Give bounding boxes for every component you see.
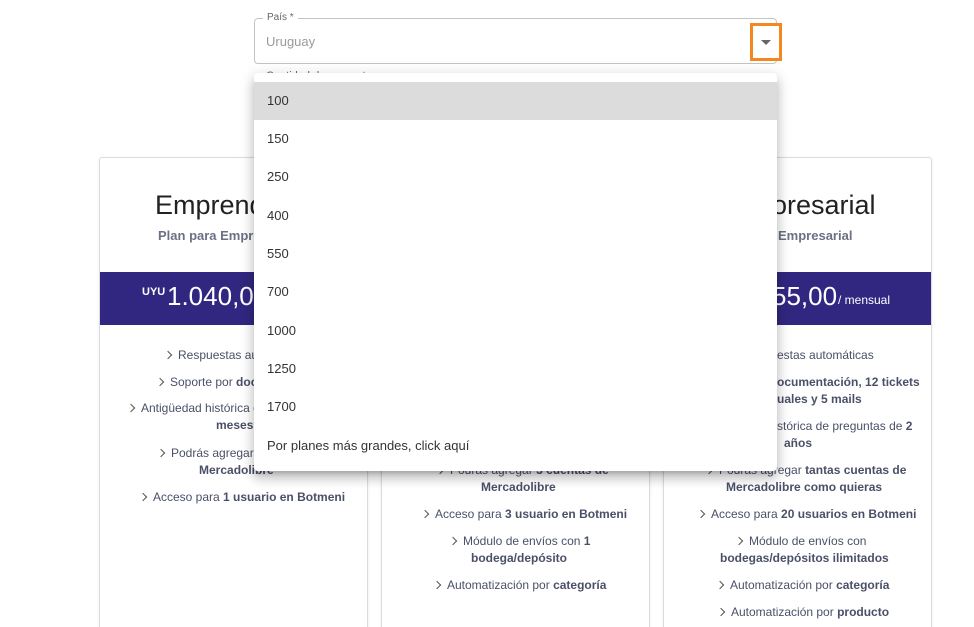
- price-amount: 55,00: [772, 281, 838, 311]
- feature-bold: uales y 5 mails: [777, 392, 862, 406]
- feature-item: bodegas/depósitos ilimitados: [720, 550, 889, 567]
- country-select[interactable]: País * Uruguay: [254, 12, 782, 64]
- menu-option-1250[interactable]: 1250: [254, 350, 777, 388]
- feature-bold: 1 usuario en Botmeni: [223, 490, 346, 504]
- chevron-right-icon: [696, 509, 706, 519]
- feature-text: Respuestas au: [178, 348, 259, 362]
- feature-item: Automatización por categoría: [715, 577, 890, 594]
- menu-option-1000[interactable]: 1000: [254, 312, 777, 350]
- menu-option-150[interactable]: 150: [254, 120, 777, 158]
- feature-item: uales y 5 mails: [777, 391, 862, 408]
- feature-item: Automatización por categoría: [432, 577, 607, 594]
- feature-item: Acceso para 1 usuario en Botmeni: [138, 489, 346, 506]
- menu-option-100[interactable]: 100: [254, 82, 777, 120]
- plan-subtitle: Empresarial: [778, 228, 853, 243]
- menu-option-250[interactable]: 250: [254, 158, 777, 196]
- feature-item: Antigüedad histórica d: [126, 400, 260, 417]
- feature-bold: 20 usuarios en Botmeni: [781, 507, 917, 521]
- feature-bold: categoría: [836, 578, 890, 592]
- feature-bold: 3 usuario en Botmeni: [505, 507, 628, 521]
- caret-down-icon: [761, 39, 771, 45]
- menu-option-1700[interactable]: 1700: [254, 388, 777, 426]
- feature-text: Acceso para: [435, 507, 506, 521]
- feature-item: Automatización por producto: [716, 604, 890, 621]
- price-currency: UYU: [142, 286, 166, 298]
- questions-dropdown-menu: 100 150 250 400 550 700 1000 1250 1700 P…: [254, 73, 777, 471]
- chevron-right-icon: [155, 377, 165, 387]
- feature-item: estas automáticas: [777, 347, 874, 364]
- feature-text: Acceso para: [153, 490, 224, 504]
- plan-title: oresarial: [772, 190, 876, 220]
- feature-bold: Mercadolibre como quieras: [726, 480, 883, 494]
- chevron-right-icon: [163, 350, 173, 360]
- feature-item: años: [784, 435, 812, 452]
- menu-option-larger-plans[interactable]: Por planes más grandes, click aquí: [254, 427, 777, 465]
- feature-item: Módulo de envíos con: [734, 533, 867, 550]
- feature-item: Acceso para 3 usuario en Botmeni: [420, 506, 628, 523]
- feature-item: stórica de preguntas de 2: [777, 418, 912, 435]
- feature-bold: meses: [216, 418, 254, 432]
- chevron-right-icon: [138, 492, 148, 502]
- chevron-right-icon: [126, 403, 136, 413]
- feature-bold: tantas cuentas de: [805, 463, 907, 477]
- feature-bold: ocumentación, 12 tickets: [777, 375, 920, 389]
- plan-title: Emprend: [155, 190, 265, 220]
- chevron-right-icon: [156, 448, 166, 458]
- feature-text: Antigüedad histórica d: [141, 401, 260, 415]
- chevron-right-icon: [716, 607, 726, 617]
- country-value: Uruguay: [266, 34, 316, 49]
- feature-item: Acceso para 20 usuarios en Botmeni: [696, 506, 917, 523]
- menu-option-550[interactable]: 550: [254, 235, 777, 273]
- chevron-right-icon: [715, 580, 725, 590]
- price-amount: 1.040,0: [167, 281, 254, 311]
- country-dropdown-button[interactable]: [750, 23, 782, 61]
- feature-item: ocumentación, 12 tickets: [777, 374, 920, 391]
- feature-item: bodega/depósito: [471, 550, 567, 567]
- chevron-right-icon: [448, 536, 458, 546]
- feature-text: Automatización por: [447, 578, 554, 592]
- feature-item: Mercadolibre: [481, 479, 556, 496]
- feature-item: Soporte por doc: [155, 374, 257, 391]
- feature-item: Podrás agregar: [156, 445, 254, 462]
- feature-text: Automatización por: [731, 605, 838, 619]
- chevron-right-icon: [432, 580, 442, 590]
- feature-text: Automatización por: [730, 578, 837, 592]
- feature-text: Acceso para: [711, 507, 782, 521]
- feature-bold: 1: [583, 534, 591, 548]
- feature-bold: Mercadolibre: [481, 480, 556, 494]
- feature-bold: bodegas/depósitos ilimitados: [720, 551, 889, 565]
- feature-item: meses: [216, 417, 253, 434]
- plan-subtitle: Plan para Empre: [158, 228, 261, 243]
- country-label: País *: [263, 12, 298, 23]
- chevron-right-icon: [734, 536, 744, 546]
- feature-text: Módulo de envíos con: [749, 534, 867, 548]
- feature-text: estas automáticas: [777, 348, 874, 362]
- feature-text: Soporte por: [170, 375, 237, 389]
- feature-text: stórica de preguntas de: [777, 419, 906, 433]
- feature-text: Módulo de envíos con: [463, 534, 584, 548]
- feature-bold: categoría: [553, 578, 607, 592]
- menu-option-700[interactable]: 700: [254, 273, 777, 311]
- feature-item: Mercadolibre como quieras: [726, 479, 882, 496]
- feature-bold: 2: [905, 419, 913, 433]
- feature-bold: bodega/depósito: [471, 551, 567, 565]
- feature-item: Respuestas au: [163, 347, 259, 364]
- feature-item: Módulo de envíos con 1: [448, 533, 591, 550]
- price-period: / mensual: [838, 293, 891, 307]
- feature-bold: años: [784, 436, 813, 450]
- menu-option-400[interactable]: 400: [254, 197, 777, 235]
- chevron-right-icon: [420, 509, 430, 519]
- feature-text: Podrás agregar: [171, 446, 254, 460]
- feature-bold: producto: [837, 605, 890, 619]
